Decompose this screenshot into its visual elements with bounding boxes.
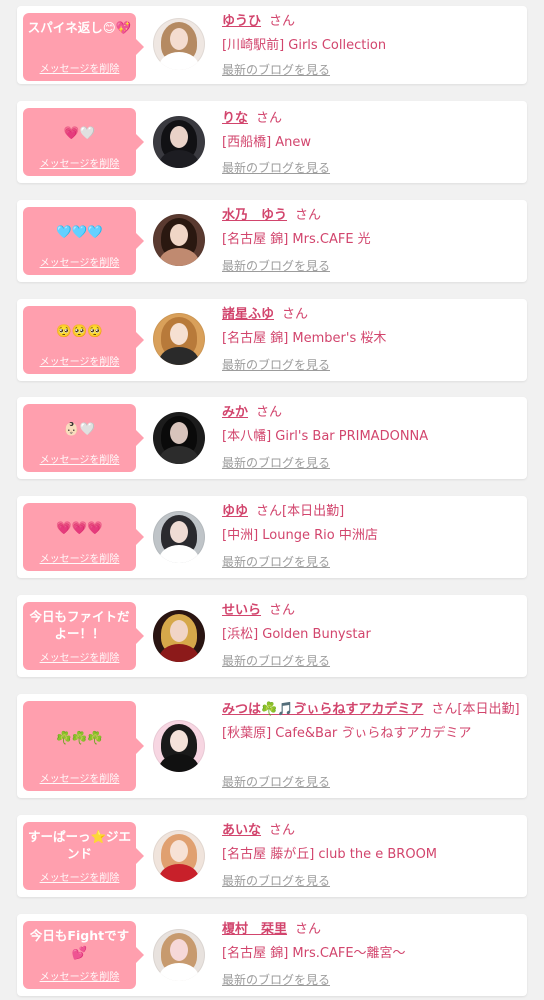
message-text: 🩵🩵🩵 <box>56 224 103 239</box>
delete-message-link[interactable]: メッセージを削除 <box>23 353 136 368</box>
delete-message-link[interactable]: メッセージを削除 <box>23 155 136 170</box>
latest-blog-link[interactable]: 最新のブログを見る <box>222 257 330 274</box>
honorific: さん <box>295 208 322 223</box>
latest-blog-link[interactable]: 最新のブログを見る <box>222 454 330 471</box>
honorific: さん <box>295 922 322 937</box>
cast-name-link[interactable]: あいな <box>222 823 261 838</box>
message-bubble: 🩵🩵🩵 メッセージを削除 <box>23 207 144 275</box>
message-text: 今日もファイトだよー！！ <box>29 609 130 641</box>
cast-name-link[interactable]: せいら <box>222 603 261 618</box>
message-text: ☘️☘️☘️ <box>56 730 103 745</box>
message-bubble: 💗💗💗 メッセージを削除 <box>23 503 144 571</box>
honorific: さん <box>431 702 458 717</box>
delete-message-link[interactable]: メッセージを削除 <box>23 649 136 664</box>
honorific: さん <box>269 603 296 618</box>
cast-name-link[interactable]: みつは☘️🎵ゔぃらねすアカデミア <box>222 702 423 717</box>
message-bubble: すーぱーっ⭐️ジエンド メッセージを削除 <box>23 822 144 890</box>
honorific: さん <box>269 823 296 838</box>
message-bubble: 🥺🥺🥺 メッセージを削除 <box>23 306 144 374</box>
shop-name: [浜松] Golden Bunystar <box>222 627 371 642</box>
message-card: 💗💗💗 メッセージを削除 ゆゆ さん[本日出勤] [中洲] Lounge Rio … <box>17 496 527 578</box>
avatar[interactable] <box>153 511 205 563</box>
message-card: 🥺🥺🥺 メッセージを削除 諸星ふゆ さん [名古屋 錦] Member's 桜木 … <box>17 299 527 381</box>
message-text: 💗🤍 <box>63 125 96 140</box>
delete-message-link[interactable]: メッセージを削除 <box>23 254 136 269</box>
shop-name: [名古屋 錦] Member's 桜木 <box>222 331 387 346</box>
shop-name: [名古屋 藤が丘] club the e BROOM <box>222 847 438 862</box>
message-text: 今日もFightです💕 <box>29 928 130 960</box>
shop-name: [本八幡] Girl's Bar PRIMADONNA <box>222 429 429 444</box>
message-text: 🥺🥺🥺 <box>56 323 103 338</box>
message-text: スパイネ返し😊💖 <box>27 20 132 35</box>
message-card: 🩵🩵🩵 メッセージを削除 水乃 ゆう さん [名古屋 錦] Mrs.CAFE 光 … <box>17 200 527 282</box>
cast-name-link[interactable]: 水乃 ゆう <box>222 208 287 223</box>
delete-message-link[interactable]: メッセージを削除 <box>23 550 136 565</box>
message-card: スパイネ返し😊💖 メッセージを削除 ゆうひ さん [川崎駅前] Girls Col… <box>17 6 527 84</box>
avatar[interactable] <box>153 18 205 70</box>
latest-blog-link[interactable]: 最新のブログを見る <box>222 553 330 570</box>
status-badge: [本日出勤] <box>282 504 345 519</box>
shop-name: [中洲] Lounge Rio 中洲店 <box>222 528 378 543</box>
message-text: 💗💗💗 <box>56 520 103 535</box>
avatar[interactable] <box>153 720 205 772</box>
message-card: ☘️☘️☘️ メッセージを削除 みつは☘️🎵ゔぃらねすアカデミア さん[本日出勤]… <box>17 694 527 798</box>
delete-message-link[interactable]: メッセージを削除 <box>23 451 136 466</box>
message-text: 👶🏻🤍 <box>63 421 96 436</box>
message-card: 👶🏻🤍 メッセージを削除 みか さん [本八幡] Girl's Bar PRIMA… <box>17 397 527 479</box>
message-card: すーぱーっ⭐️ジエンド メッセージを削除 あいな さん [名古屋 藤が丘] clu… <box>17 815 527 897</box>
honorific: さん <box>269 14 296 29</box>
message-bubble: スパイネ返し😊💖 メッセージを削除 <box>23 13 144 81</box>
message-bubble: 👶🏻🤍 メッセージを削除 <box>23 404 144 472</box>
latest-blog-link[interactable]: 最新のブログを見る <box>222 872 330 889</box>
latest-blog-link[interactable]: 最新のブログを見る <box>222 773 330 790</box>
message-bubble: 今日もファイトだよー！！ メッセージを削除 <box>23 602 144 670</box>
delete-message-link[interactable]: メッセージを削除 <box>23 968 136 983</box>
shop-name: [名古屋 錦] Mrs.CAFE〜離宮〜 <box>222 946 406 961</box>
message-list: スパイネ返し😊💖 メッセージを削除 ゆうひ さん [川崎駅前] Girls Col… <box>0 0 544 1000</box>
latest-blog-link[interactable]: 最新のブログを見る <box>222 61 330 78</box>
shop-name: [名古屋 錦] Mrs.CAFE 光 <box>222 232 371 247</box>
shop-name: [川崎駅前] Girls Collection <box>222 38 387 53</box>
cast-name-link[interactable]: ゆゆ <box>222 504 248 519</box>
avatar[interactable] <box>153 412 205 464</box>
delete-message-link[interactable]: メッセージを削除 <box>23 60 136 75</box>
cast-name-link[interactable]: りな <box>222 111 248 126</box>
avatar[interactable] <box>153 214 205 266</box>
avatar[interactable] <box>153 116 205 168</box>
message-card: 💗🤍 メッセージを削除 りな さん [西船橋] Anew 最新のブログを見る <box>17 101 527 183</box>
avatar[interactable] <box>153 313 205 365</box>
message-bubble: 💗🤍 メッセージを削除 <box>23 108 144 176</box>
message-bubble: ☘️☘️☘️ メッセージを削除 <box>23 701 144 791</box>
delete-message-link[interactable]: メッセージを削除 <box>23 770 136 785</box>
message-bubble: 今日もFightです💕 メッセージを削除 <box>23 921 144 989</box>
cast-name-link[interactable]: 諸星ふゆ <box>222 307 274 322</box>
message-text: すーぱーっ⭐️ジエンド <box>27 829 132 861</box>
avatar[interactable] <box>153 610 205 662</box>
avatar[interactable] <box>153 830 205 882</box>
message-card: 今日もファイトだよー！！ メッセージを削除 せいら さん [浜松] Golden … <box>17 595 527 677</box>
latest-blog-link[interactable]: 最新のブログを見る <box>222 971 330 988</box>
latest-blog-link[interactable]: 最新のブログを見る <box>222 159 330 176</box>
honorific: さん <box>256 504 283 519</box>
cast-name-link[interactable]: みか <box>222 405 248 420</box>
latest-blog-link[interactable]: 最新のブログを見る <box>222 356 330 373</box>
avatar[interactable] <box>153 929 205 981</box>
latest-blog-link[interactable]: 最新のブログを見る <box>222 652 330 669</box>
cast-name-link[interactable]: 榎村 栞里 <box>222 922 287 937</box>
shop-name: [西船橋] Anew <box>222 135 312 150</box>
shop-name: [秋葉原] Cafe&Bar ゔぃらねすアカデミア <box>222 726 472 741</box>
honorific: さん <box>256 111 283 126</box>
cast-name-link[interactable]: ゆうひ <box>222 14 261 29</box>
message-card: 今日もFightです💕 メッセージを削除 榎村 栞里 さん [名古屋 錦] Mrs… <box>17 914 527 996</box>
honorific: さん <box>256 405 283 420</box>
status-badge: [本日出勤] <box>457 702 520 717</box>
honorific: さん <box>282 307 309 322</box>
delete-message-link[interactable]: メッセージを削除 <box>23 869 136 884</box>
